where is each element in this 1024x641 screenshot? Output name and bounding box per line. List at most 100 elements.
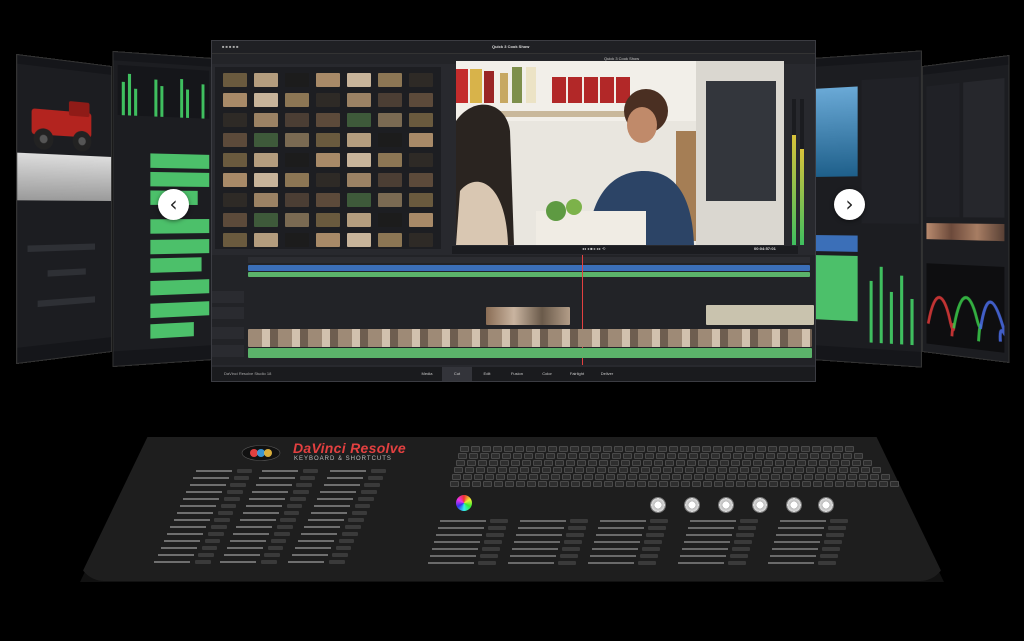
- media-pool-thumbnail[interactable]: [285, 233, 309, 247]
- media-pool-thumbnail[interactable]: [347, 193, 371, 207]
- upper-timeline-clips[interactable]: [248, 265, 810, 271]
- media-pool-thumbnail[interactable]: [347, 173, 371, 187]
- media-pool-thumbnail[interactable]: [347, 213, 371, 227]
- media-pool-thumbnail[interactable]: [409, 153, 433, 167]
- media-pool-thumbnail[interactable]: [347, 133, 371, 147]
- clip-strip[interactable]: [926, 223, 1005, 242]
- media-pool-thumbnail[interactable]: [378, 213, 402, 227]
- video-clip-v1[interactable]: [248, 329, 812, 347]
- media-pool-thumbnail[interactable]: [316, 73, 340, 87]
- tab-color[interactable]: Color: [532, 367, 562, 381]
- media-pool-thumbnail[interactable]: [254, 133, 278, 147]
- audio-clip[interactable]: [150, 239, 210, 255]
- media-pool-thumbnail[interactable]: [409, 213, 433, 227]
- media-pool-thumbnail[interactable]: [378, 93, 402, 107]
- media-pool-thumbnail[interactable]: [347, 93, 371, 107]
- track-header-v3[interactable]: [212, 291, 244, 303]
- media-pool-thumbnail[interactable]: [409, 193, 433, 207]
- media-pool-thumbnail[interactable]: [316, 153, 340, 167]
- media-pool-thumbnail[interactable]: [378, 193, 402, 207]
- media-pool-thumbnail[interactable]: [285, 153, 309, 167]
- media-pool-thumbnail[interactable]: [378, 153, 402, 167]
- media-pool-thumbnail[interactable]: [378, 233, 402, 247]
- media-pool-thumbnail[interactable]: [254, 93, 278, 107]
- media-pool-thumbnail[interactable]: [223, 93, 247, 107]
- audio-clip[interactable]: [150, 219, 210, 234]
- track-header-a1[interactable]: [212, 345, 244, 357]
- media-pool-thumbnail[interactable]: [316, 133, 340, 147]
- media-pool-thumbnail[interactable]: [378, 133, 402, 147]
- media-pool-thumbnail[interactable]: [409, 133, 433, 147]
- media-pool-thumbnail[interactable]: [316, 213, 340, 227]
- media-pool-thumbnail[interactable]: [254, 113, 278, 127]
- media-pool-thumbnail[interactable]: [347, 113, 371, 127]
- media-pool-thumbnail[interactable]: [316, 173, 340, 187]
- media-pool-thumbnail[interactable]: [409, 93, 433, 107]
- audio-clip[interactable]: [150, 322, 194, 339]
- menu-item[interactable]: ■ ■ ■ ■ ■: [222, 41, 239, 53]
- media-pool-thumbnail[interactable]: [223, 173, 247, 187]
- media-pool-thumbnail[interactable]: [347, 73, 371, 87]
- media-pool-thumbnail[interactable]: [378, 173, 402, 187]
- tab-deliver[interactable]: Deliver: [592, 367, 622, 381]
- media-pool-thumbnail[interactable]: [409, 113, 433, 127]
- media-pool-thumbnail[interactable]: [285, 173, 309, 187]
- media-pool-thumbnail[interactable]: [223, 153, 247, 167]
- media-pool-thumbnail[interactable]: [254, 233, 278, 247]
- media-pool-thumbnail[interactable]: [285, 73, 309, 87]
- audio-clip[interactable]: [150, 279, 210, 296]
- media-pool-thumbnail[interactable]: [378, 73, 402, 87]
- media-pool-thumbnail[interactable]: [285, 213, 309, 227]
- transport-buttons[interactable]: ◂◂ ◂ ■ ▸ ▸▸ ⟲: [582, 246, 605, 251]
- media-pool-thumbnail[interactable]: [378, 113, 402, 127]
- media-pool-thumbnail[interactable]: [223, 113, 247, 127]
- shortcut-key: [562, 547, 580, 551]
- media-pool-thumbnail[interactable]: [254, 153, 278, 167]
- media-pool-thumbnail[interactable]: [223, 233, 247, 247]
- timeline-ruler[interactable]: [248, 257, 810, 263]
- tab-cut[interactable]: Cut: [442, 367, 472, 381]
- media-pool-thumbnail[interactable]: [285, 133, 309, 147]
- tab-fairlight[interactable]: Fairlight: [562, 367, 592, 381]
- audio-clip[interactable]: [150, 257, 202, 273]
- media-pool-thumbnail[interactable]: [316, 93, 340, 107]
- media-pool-thumbnail[interactable]: [254, 173, 278, 187]
- media-pool-thumbnail[interactable]: [316, 233, 340, 247]
- shortcut-key: [286, 504, 303, 508]
- media-pool-thumbnail[interactable]: [254, 213, 278, 227]
- media-pool-thumbnail[interactable]: [347, 233, 371, 247]
- media-pool-thumbnail[interactable]: [316, 193, 340, 207]
- audio-clip[interactable]: [814, 255, 858, 322]
- video-clip-v2-title[interactable]: [706, 305, 814, 325]
- media-pool-thumbnail[interactable]: [254, 193, 278, 207]
- tab-fusion[interactable]: Fusion: [502, 367, 532, 381]
- media-pool-thumbnail[interactable]: [223, 133, 247, 147]
- audio-clip-a1[interactable]: [248, 348, 812, 358]
- video-clip[interactable]: [814, 235, 858, 252]
- media-pool-thumbnail[interactable]: [409, 233, 433, 247]
- media-pool-thumbnail[interactable]: [285, 113, 309, 127]
- track-header-v2[interactable]: [212, 307, 244, 319]
- track-header-v1[interactable]: [212, 327, 244, 339]
- audio-clip[interactable]: [150, 301, 210, 319]
- tab-media[interactable]: Media: [412, 367, 442, 381]
- upper-audio-track[interactable]: [248, 272, 810, 277]
- media-pool-thumbnail[interactable]: [409, 73, 433, 87]
- audio-clip[interactable]: [150, 153, 210, 169]
- media-pool-thumbnail[interactable]: [409, 173, 433, 187]
- previous-slide-button[interactable]: ‹: [158, 189, 189, 220]
- media-pool-thumbnail[interactable]: [223, 193, 247, 207]
- tab-edit[interactable]: Edit: [472, 367, 502, 381]
- media-pool-thumbnail[interactable]: [254, 73, 278, 87]
- media-pool-thumbnail[interactable]: [347, 153, 371, 167]
- video-clip-v2[interactable]: [486, 307, 570, 325]
- next-slide-button[interactable]: ›: [834, 189, 865, 220]
- keyboard-key: [859, 474, 868, 480]
- audio-clip[interactable]: [150, 171, 210, 187]
- media-pool-thumbnail[interactable]: [316, 113, 340, 127]
- shortcut-key: [646, 533, 664, 537]
- media-pool-thumbnail[interactable]: [285, 193, 309, 207]
- media-pool-thumbnail[interactable]: [223, 213, 247, 227]
- media-pool-thumbnail[interactable]: [285, 93, 309, 107]
- media-pool-thumbnail[interactable]: [223, 73, 247, 87]
